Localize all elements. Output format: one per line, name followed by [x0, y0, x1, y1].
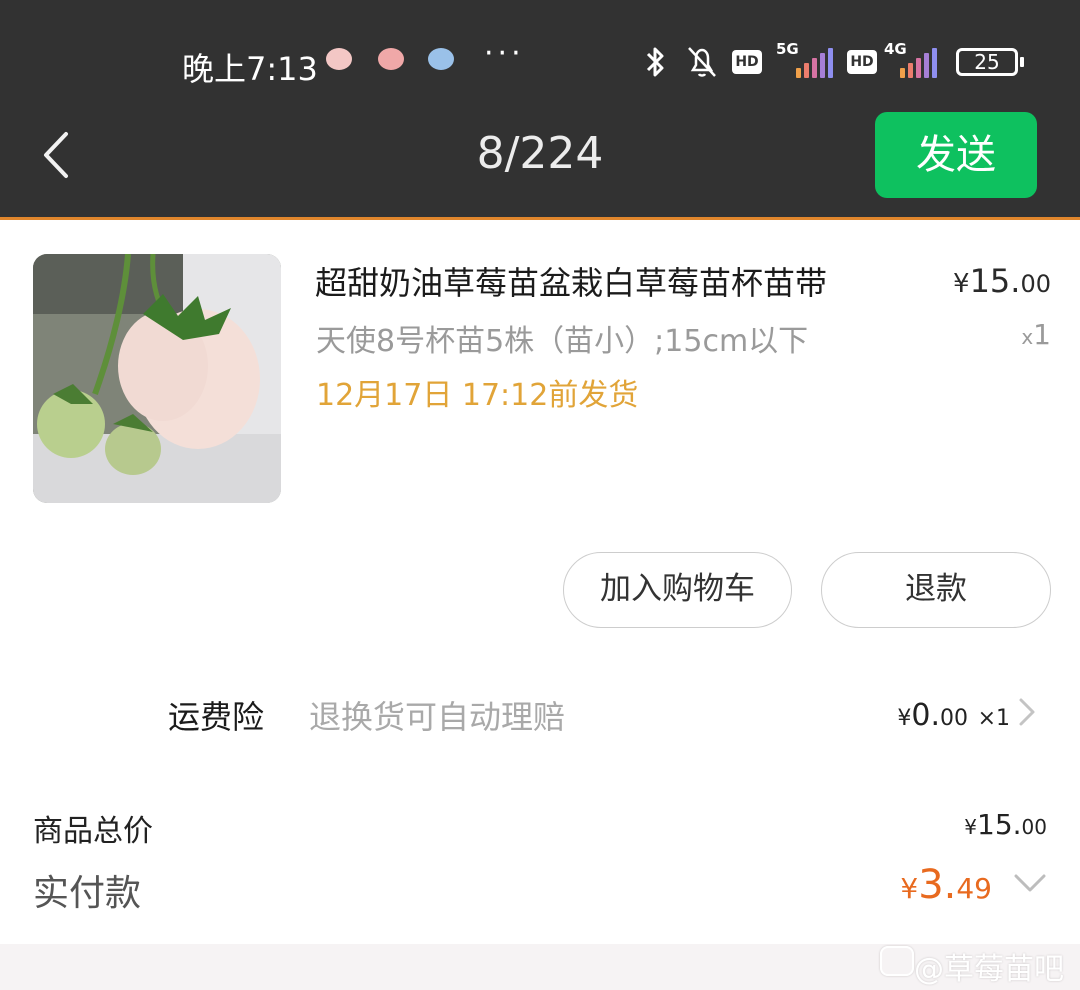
watermark-logo-icon	[880, 946, 914, 976]
more-notifications-icon: ···	[484, 36, 525, 71]
app-notification-icon	[326, 48, 352, 70]
top-bar: 晚上7:13 ··· HD 5G HD 4G 25 8/224 发送	[0, 0, 1080, 220]
add-to-cart-button[interactable]: 加入购物车	[563, 552, 792, 628]
battery-icon: 25	[956, 48, 1024, 76]
shipping-deadline: 12月17日 17:12前发货	[316, 378, 639, 413]
insurance-qty: ×1	[977, 706, 1010, 731]
hd-badge: HD	[732, 50, 762, 74]
shipping-insurance-desc: 退换货可自动理赔	[309, 698, 566, 736]
price-integer: 15.	[977, 808, 1022, 841]
quantity-x: x	[1021, 325, 1034, 349]
shipping-insurance-label: 运费险	[168, 698, 265, 736]
watermark: @草莓苗吧	[914, 952, 1064, 987]
product-thumbnail[interactable]	[33, 254, 281, 503]
strawberry-image	[33, 254, 281, 503]
quantity-value: 1	[1033, 318, 1051, 351]
product-price: ¥15.00	[953, 262, 1051, 300]
refund-button[interactable]: 退款	[821, 552, 1051, 628]
currency-symbol: ¥	[897, 706, 912, 731]
shipping-insurance-price: ¥0.00 ×1	[897, 698, 1010, 733]
product-sku: 天使8号杯苗5株（苗小）;15cm以下	[316, 324, 809, 359]
price-integer: 15.	[969, 262, 1021, 300]
signal-bars-icon	[796, 46, 836, 78]
currency-symbol: ¥	[964, 815, 978, 839]
price-integer: 0.	[911, 698, 941, 733]
currency-symbol: ¥	[953, 269, 970, 299]
bluetooth-icon	[646, 47, 664, 77]
price-decimal: 00	[1021, 815, 1047, 839]
bell-muted-icon	[688, 47, 716, 77]
hd-badge-2: HD	[847, 50, 877, 74]
price-decimal: 49	[956, 872, 992, 905]
amount-paid-price: ¥3.49	[900, 862, 992, 908]
status-bar: 晚上7:13 ··· HD 5G HD 4G 25	[0, 30, 1080, 94]
signal-bars-icon	[900, 46, 940, 78]
chevron-right-icon[interactable]	[1015, 696, 1039, 728]
price-integer: 3.	[918, 862, 957, 908]
app-notification-icon	[378, 48, 404, 70]
price-decimal: 00	[940, 706, 969, 731]
product-title[interactable]: 超甜奶油草莓苗盆栽白草莓苗杯苗带	[315, 258, 827, 304]
subtotal-label: 商品总价	[33, 814, 153, 849]
amount-paid-label: 实付款	[33, 873, 142, 914]
subtotal-price: ¥15.00	[964, 808, 1047, 841]
status-time: 晚上7:13	[182, 50, 318, 88]
product-quantity: x1	[1021, 318, 1051, 351]
chevron-down-icon[interactable]	[1012, 868, 1048, 900]
app-notification-icon	[428, 48, 454, 70]
currency-symbol: ¥	[900, 872, 919, 905]
send-button[interactable]: 发送	[875, 112, 1037, 198]
price-decimal: 00	[1020, 270, 1051, 298]
